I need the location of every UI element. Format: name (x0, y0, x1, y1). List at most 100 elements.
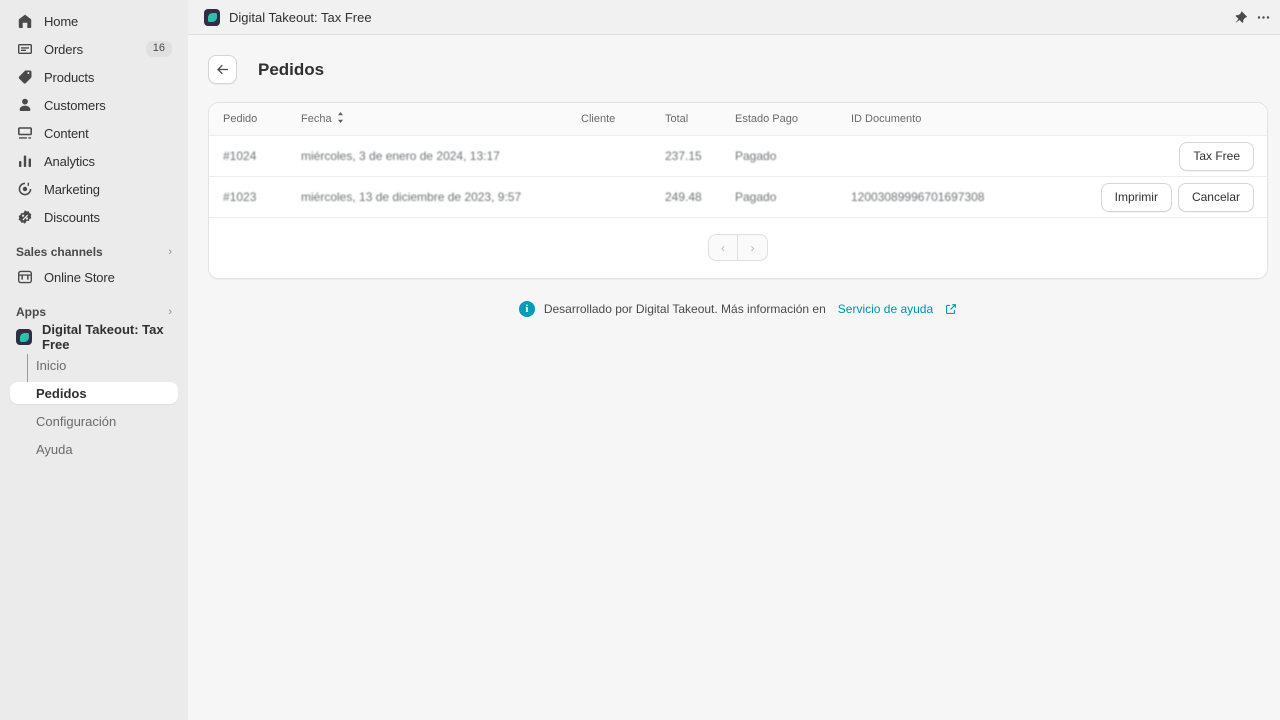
external-link-icon[interactable] (945, 303, 957, 315)
sidebar-item-app-digital-takeout[interactable]: Digital Takeout: Tax Free (8, 326, 180, 348)
cell-actions: Tax Free (1071, 136, 1267, 177)
pagination: ‹ › (708, 234, 768, 261)
pagination-prev-button[interactable]: ‹ (709, 235, 738, 260)
main-area: Digital Takeout: Tax Free Pedidos (188, 0, 1280, 720)
apps-title: Apps (16, 305, 46, 319)
sidebar-item-ayuda[interactable]: Ayuda (10, 438, 178, 460)
sidebar-item-analytics[interactable]: Analytics (8, 150, 180, 172)
apps-section-header[interactable]: Apps › (8, 302, 180, 322)
customer-person-icon (16, 96, 34, 114)
topbar-app-title: Digital Takeout: Tax Free (229, 10, 372, 25)
column-header-fecha[interactable]: Fecha (301, 103, 581, 136)
sales-channels-section-header[interactable]: Sales channels › (8, 242, 180, 262)
app-root: Home Orders 16 Products Customers (0, 0, 1280, 720)
column-header-id-documento[interactable]: ID Documento (851, 103, 1071, 136)
cell-cliente (581, 177, 665, 218)
pagination-next-button[interactable]: › (738, 235, 767, 260)
cell-pedido: #1024 (209, 136, 301, 177)
cell-id-documento: 12003089996701697308 (851, 177, 1071, 218)
tax-free-button[interactable]: Tax Free (1179, 142, 1254, 171)
footer-text: Desarrollado por Digital Takeout. Más in… (544, 302, 826, 316)
back-button[interactable] (208, 55, 237, 84)
cell-pedido: #1023 (209, 177, 301, 218)
orders-inbox-icon (16, 40, 34, 58)
sidebar-item-marketing[interactable]: Marketing (8, 178, 180, 200)
cell-id-documento (851, 136, 1071, 177)
cell-total: 237.15 (665, 136, 735, 177)
orders-table-body: #1024 miércoles, 3 de enero de 2024, 13:… (209, 136, 1267, 218)
content-image-icon (16, 124, 34, 142)
sidebar-item-online-store[interactable]: Online Store (8, 266, 180, 288)
discount-badge-icon (16, 208, 34, 226)
sidebar-item-label: Online Store (44, 270, 115, 285)
top-bar: Digital Takeout: Tax Free (188, 0, 1280, 35)
cell-estado-pago: Pagado (735, 177, 851, 218)
product-tag-icon (16, 68, 34, 86)
sidebar-item-configuracion[interactable]: Configuración (10, 410, 178, 432)
app-subnav: Inicio Pedidos Configuración Ayuda (0, 354, 188, 460)
page-content: Pedidos Pedido Fecha Cliente Total Estad… (188, 35, 1280, 720)
sidebar-item-customers[interactable]: Customers (8, 94, 180, 116)
column-header-estado-pago[interactable]: Estado Pago (735, 103, 851, 136)
orders-card: Pedido Fecha Cliente Total Estado Pago I… (208, 102, 1268, 279)
cell-total: 249.48 (665, 177, 735, 218)
column-header-fecha-label: Fecha (301, 113, 332, 125)
column-header-pedido[interactable]: Pedido (209, 103, 301, 136)
help-service-link[interactable]: Servicio de ayuda (838, 302, 933, 316)
column-header-total[interactable]: Total (665, 103, 735, 136)
online-store-icon (16, 268, 34, 286)
column-header-cliente[interactable]: Cliente (581, 103, 665, 136)
cancelar-button[interactable]: Cancelar (1178, 183, 1254, 212)
sidebar-item-pedidos[interactable]: Pedidos (10, 382, 178, 404)
sidebar-item-label: Configuración (36, 414, 116, 429)
table-row[interactable]: #1024 miércoles, 3 de enero de 2024, 13:… (209, 136, 1267, 177)
sidebar-item-home[interactable]: Home (8, 10, 180, 32)
sidebar-item-label: Analytics (44, 154, 95, 169)
page-header: Pedidos (208, 55, 1268, 84)
sidebar-item-label: Marketing (44, 182, 100, 197)
cell-fecha: miércoles, 3 de enero de 2024, 13:17 (301, 136, 581, 177)
table-row[interactable]: #1023 miércoles, 13 de diciembre de 2023… (209, 177, 1267, 218)
sales-channels-title: Sales channels (16, 245, 103, 259)
pin-icon[interactable] (1228, 6, 1250, 28)
table-header-row: Pedido Fecha Cliente Total Estado Pago I… (209, 103, 1267, 136)
cell-fecha: miércoles, 13 de diciembre de 2023, 9:57 (301, 177, 581, 218)
marketing-target-icon (16, 180, 34, 198)
sidebar-item-products[interactable]: Products (8, 66, 180, 88)
home-icon (16, 12, 34, 30)
app-name-label: Digital Takeout: Tax Free (42, 322, 172, 352)
column-header-actions (1071, 103, 1267, 136)
sidebar-item-label: Pedidos (36, 386, 87, 401)
sidebar-item-discounts[interactable]: Discounts (8, 206, 180, 228)
page-title: Pedidos (258, 60, 324, 80)
chevron-right-icon: › (168, 247, 172, 258)
arrow-left-icon (215, 62, 230, 77)
sidebar-item-inicio[interactable]: Inicio (10, 354, 178, 376)
analytics-bars-icon (16, 152, 34, 170)
sidebar-item-label: Orders (44, 42, 83, 57)
cell-actions: Imprimir Cancelar (1071, 177, 1267, 218)
orders-table: Pedido Fecha Cliente Total Estado Pago I… (209, 103, 1267, 218)
orders-count-badge: 16 (146, 41, 172, 57)
sidebar-item-label: Products (44, 70, 94, 85)
cell-cliente (581, 136, 665, 177)
info-icon: i (519, 301, 535, 317)
sidebar-item-label: Ayuda (36, 442, 73, 457)
cell-estado-pago: Pagado (735, 136, 851, 177)
digital-takeout-app-icon (16, 329, 32, 345)
digital-takeout-app-icon (204, 9, 220, 26)
orders-table-head: Pedido Fecha Cliente Total Estado Pago I… (209, 103, 1267, 136)
sidebar-item-label: Content (44, 126, 89, 141)
sidebar-item-label: Customers (44, 98, 106, 113)
sidebar-item-label: Home (44, 14, 78, 29)
chevron-right-icon: › (168, 307, 172, 318)
imprimir-button[interactable]: Imprimir (1101, 183, 1172, 212)
sidebar-item-orders[interactable]: Orders 16 (8, 38, 180, 60)
sort-arrows-icon[interactable] (337, 112, 344, 126)
sidebar-item-label: Inicio (36, 358, 66, 373)
sidebar-item-label: Discounts (44, 210, 100, 225)
footer: i Desarrollado por Digital Takeout. Más … (208, 301, 1268, 317)
sidebar: Home Orders 16 Products Customers (0, 0, 188, 720)
more-horizontal-icon[interactable] (1252, 6, 1274, 28)
sidebar-item-content[interactable]: Content (8, 122, 180, 144)
